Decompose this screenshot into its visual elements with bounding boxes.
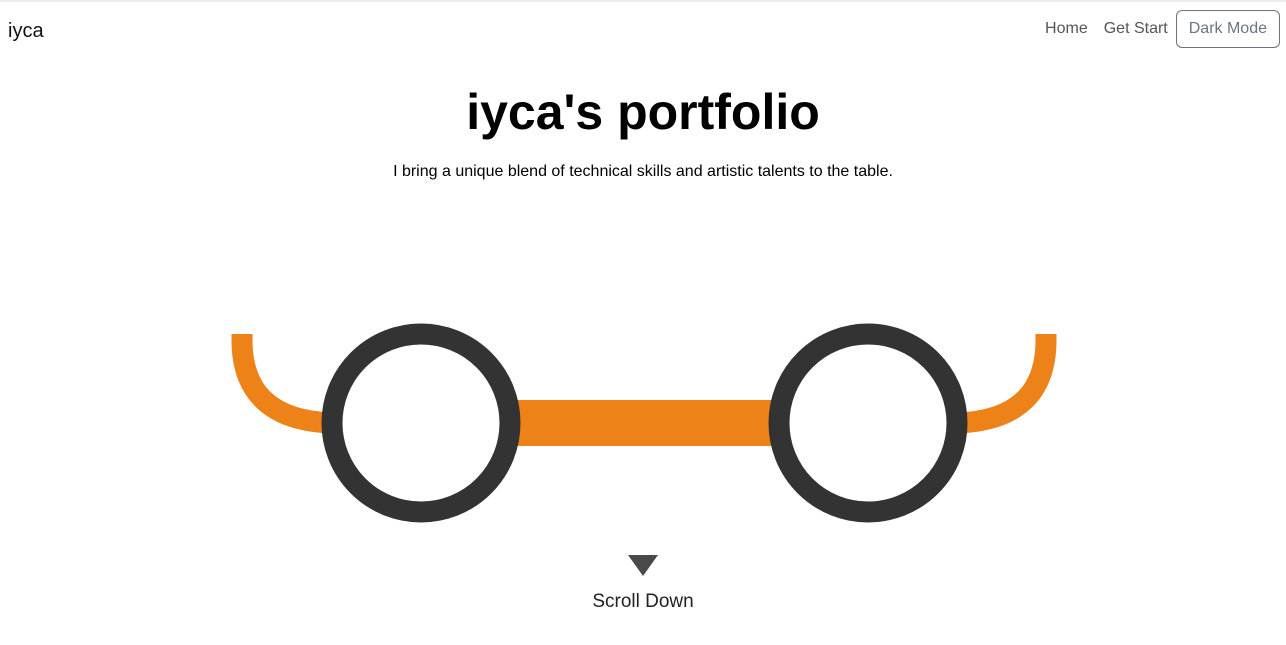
left-lens	[321, 323, 521, 523]
scroll-down-label: Scroll Down	[592, 591, 694, 612]
left-temple-arm	[231, 334, 333, 434]
glasses-illustration	[231, 323, 1057, 523]
right-temple-arm	[956, 334, 1057, 434]
triangle-down-icon	[628, 555, 658, 576]
bridge-bar	[510, 400, 779, 446]
right-lens	[768, 323, 968, 523]
scroll-down-link[interactable]: Scroll Down	[543, 555, 743, 613]
